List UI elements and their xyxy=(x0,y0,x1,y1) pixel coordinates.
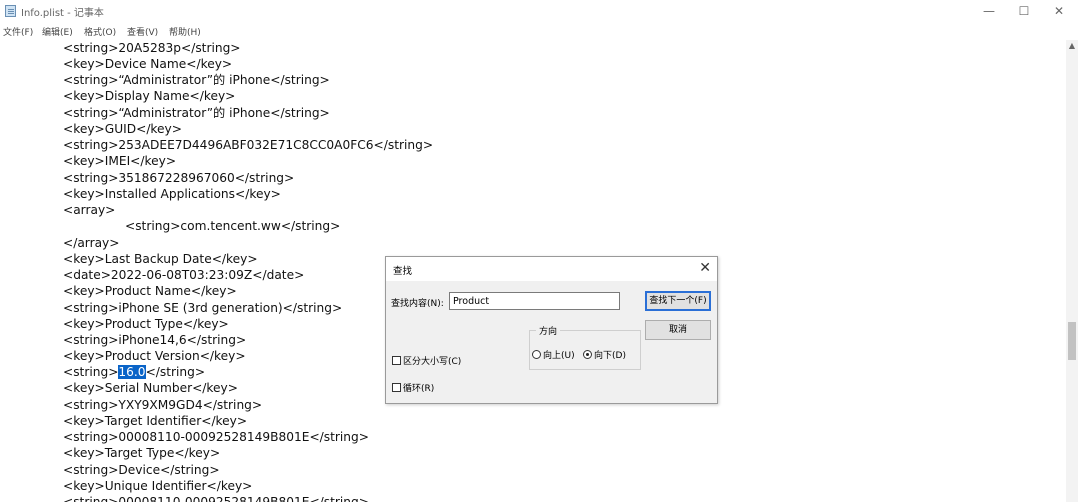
find-next-button[interactable]: 查找下一个(F) xyxy=(645,291,711,311)
text-line-version: <string>16.0</string> xyxy=(63,364,205,380)
text-line: <string>iPhone14,6</string> xyxy=(63,333,247,347)
find-dialog: 查找 ✕ 查找内容(N): 查找下一个(F) 取消 方向 向上(U) 向下(D)… xyxy=(385,256,718,404)
text-line: <key>Display Name</key> xyxy=(63,89,236,103)
menu-help[interactable]: 帮助(H) xyxy=(169,25,201,38)
direction-up-radio[interactable]: 向上(U) xyxy=(532,348,575,361)
text-line: <key>Serial Number</key> xyxy=(63,381,238,395)
text-line: <key>Last Backup Date</key> xyxy=(63,252,258,266)
text-line: <string>YXY9XM9GD4</string> xyxy=(63,398,263,412)
menu-bar: 文件(F) 编辑(E) 格式(O) 查看(V) 帮助(H) xyxy=(0,22,1078,40)
text-line: <string>00008110-00092528149B801E</strin… xyxy=(63,495,369,502)
text-line: <string>com.tencent.ww</string> xyxy=(125,219,341,233)
text-line: <string>“Administrator”的 iPhone</string> xyxy=(63,73,330,87)
checkbox-icon xyxy=(392,383,401,392)
selected-text: 16.0 xyxy=(118,365,146,379)
close-icon[interactable]: ✕ xyxy=(699,260,711,276)
cancel-button[interactable]: 取消 xyxy=(645,320,711,340)
text-line: <array> xyxy=(63,203,116,217)
scroll-up-icon[interactable]: ▲ xyxy=(1066,40,1078,52)
find-what-label: 查找内容(N): xyxy=(391,299,444,309)
find-dialog-titlebar: 查找 ✕ xyxy=(386,257,717,281)
match-case-label: 区分大小写(C) xyxy=(403,357,462,367)
radio-checked-icon xyxy=(583,350,592,359)
text-line: <key>Installed Applications</key> xyxy=(63,187,281,201)
text-line: <string>00008110-00092528149B801E</strin… xyxy=(63,430,369,444)
title-bar: Info.plist - 记事本 — ☐ ✕ xyxy=(0,0,1078,22)
menu-format[interactable]: 格式(O) xyxy=(84,25,116,38)
version-prefix: <string> xyxy=(63,365,119,379)
checkbox-icon xyxy=(392,356,401,365)
wrap-around-checkbox[interactable]: 循环(R) xyxy=(392,381,434,394)
window-title: Info.plist - 记事本 xyxy=(21,8,104,19)
menu-view[interactable]: 查看(V) xyxy=(127,25,158,38)
text-line: <string>253ADEE7D4496ABF032E71C8CC0A0FC6… xyxy=(63,138,434,152)
version-suffix: </string> xyxy=(145,365,206,379)
direction-down-radio[interactable]: 向下(D) xyxy=(583,348,626,361)
text-line: <key>GUID</key> xyxy=(63,122,182,136)
find-dialog-title: 查找 xyxy=(393,266,413,277)
direction-down-label: 向下(D) xyxy=(594,351,626,361)
close-button[interactable]: ✕ xyxy=(1041,0,1077,22)
text-line: <key>Device Name</key> xyxy=(63,57,233,71)
text-line: <key>Unique Identifier</key> xyxy=(63,479,253,493)
scroll-thumb[interactable] xyxy=(1068,322,1076,360)
vertical-scrollbar[interactable]: ▲ xyxy=(1066,40,1078,502)
text-line: <string>20A5283p</string> xyxy=(63,41,241,55)
text-line: <key>Product Version</key> xyxy=(63,349,246,363)
menu-file[interactable]: 文件(F) xyxy=(3,25,33,38)
text-line: <date>2022-06-08T03:23:09Z</date> xyxy=(63,268,305,282)
wrap-around-label: 循环(R) xyxy=(403,384,435,394)
direction-up-label: 向上(U) xyxy=(543,351,575,361)
text-line: <key>IMEI</key> xyxy=(63,154,177,168)
minimize-button[interactable]: — xyxy=(971,0,1007,22)
maximize-button[interactable]: ☐ xyxy=(1006,0,1042,22)
text-line: <key>Product Type</key> xyxy=(63,317,229,331)
text-line: <string>Device</string> xyxy=(63,463,220,477)
direction-label: 方向 xyxy=(536,324,561,337)
text-line: <string>351867228967060</string> xyxy=(63,171,295,185)
text-line: <key>Product Name</key> xyxy=(63,284,237,298)
text-line: <key>Target Identifier</key> xyxy=(63,414,248,428)
text-line: <string>iPhone SE (3rd generation)</stri… xyxy=(63,301,343,315)
text-line: <key>Target Type</key> xyxy=(63,446,221,460)
match-case-checkbox[interactable]: 区分大小写(C) xyxy=(392,354,461,367)
text-line: <string>“Administrator”的 iPhone</string> xyxy=(63,106,330,120)
radio-unchecked-icon xyxy=(532,350,541,359)
notepad-icon xyxy=(5,5,16,17)
menu-edit[interactable]: 编辑(E) xyxy=(42,25,73,38)
text-line: </array> xyxy=(63,236,120,250)
find-what-input[interactable] xyxy=(449,292,620,310)
